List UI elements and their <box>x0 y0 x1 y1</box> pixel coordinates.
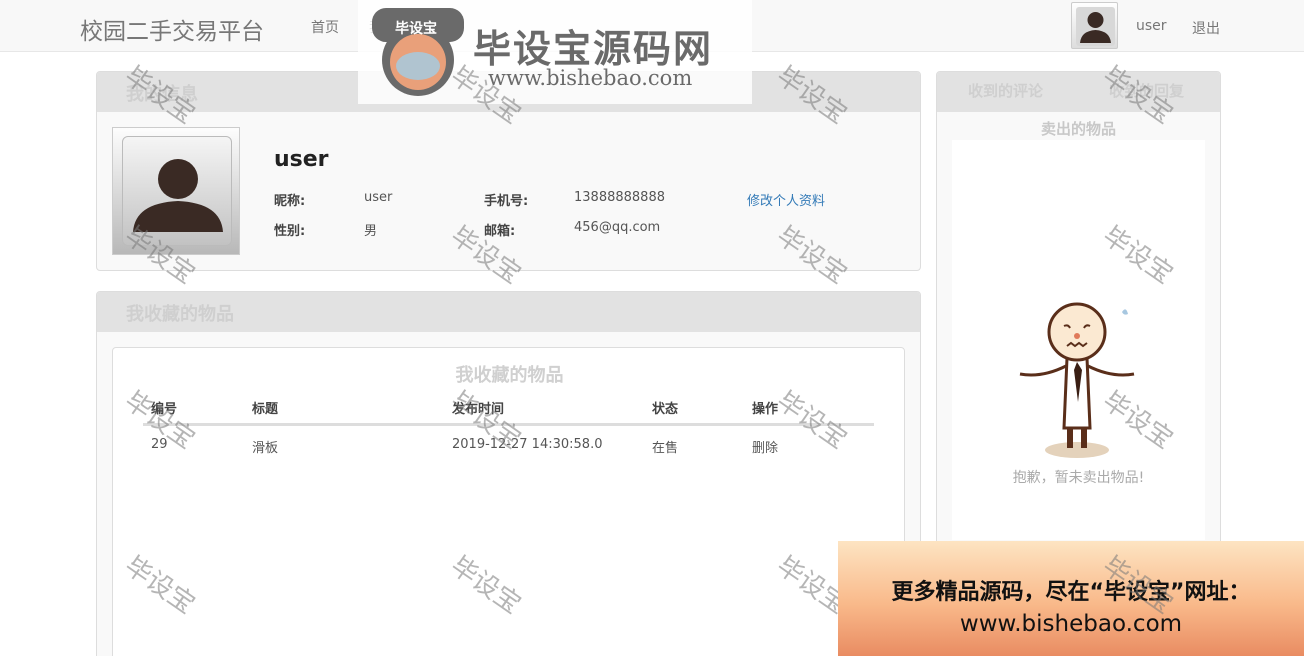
row-title: 滑板 <box>252 441 279 456</box>
col-header-status: 状态 <box>652 402 679 417</box>
sold-items-title: 卖出的物品 <box>1040 120 1116 138</box>
row-time: 2019-12-27 14:30:58.0 <box>452 437 603 452</box>
gender-label: 性别: <box>274 224 306 239</box>
col-header-title: 标题 <box>252 402 279 417</box>
phone-label: 手机号: <box>484 194 529 209</box>
site-watermark-logo: 毕设宝 毕设宝源码网 www.bishebao.com <box>358 0 752 104</box>
watermark-text: 毕设宝 <box>1097 550 1179 621</box>
user-silhouette-icon <box>1076 7 1115 46</box>
email-value: 456@qq.com <box>574 220 661 235</box>
logo-title: 毕设宝源码网 <box>473 27 714 71</box>
site-brand[interactable]: 校园二手交易平台 <box>80 12 264 46</box>
nav-username[interactable]: user <box>1136 18 1167 34</box>
nickname-label: 昵称: <box>274 194 306 209</box>
confused-man-illustration <box>1019 302 1135 458</box>
logout-link[interactable]: 退出 <box>1192 18 1220 38</box>
gender-value: 男 <box>364 224 378 239</box>
row-delete-link[interactable]: 删除 <box>752 437 778 456</box>
favorites-table-title: 我收藏的物品 <box>455 365 564 386</box>
nickname-value: user <box>364 190 393 205</box>
empty-sold-message: 抱歉，暂未卖出物品! <box>1012 470 1145 486</box>
sold-items-area: 抱歉，暂未卖出物品! <box>952 140 1205 540</box>
promo-banner-line1: 更多精品源码，尽在“毕设宝”网址： <box>891 580 1251 605</box>
nav-home[interactable]: 首页 <box>311 17 339 37</box>
activity-panel: 收到的评论 收到的回复 卖出的物品 抱歉，暂未卖出物品! <box>936 71 1221 551</box>
row-status: 在售 <box>652 441 679 456</box>
edit-profile-link[interactable]: 修改个人资料 <box>747 190 825 209</box>
logo-badge-text: 毕设宝 <box>395 21 437 37</box>
promo-banner-url: www.bishebao.com <box>959 611 1183 637</box>
nav-avatar[interactable] <box>1071 2 1118 49</box>
profile-username: user <box>274 147 329 172</box>
logo-url: www.bishebao.com <box>488 66 693 90</box>
tab-received-comments[interactable]: 收到的评论 <box>968 80 1043 101</box>
promo-banner: 更多精品源码，尽在“毕设宝”网址： www.bishebao.com 毕设宝 <box>838 541 1304 656</box>
favorites-panel-header: 我收藏的物品 <box>97 292 920 332</box>
phone-value: 13888888888 <box>574 190 665 205</box>
